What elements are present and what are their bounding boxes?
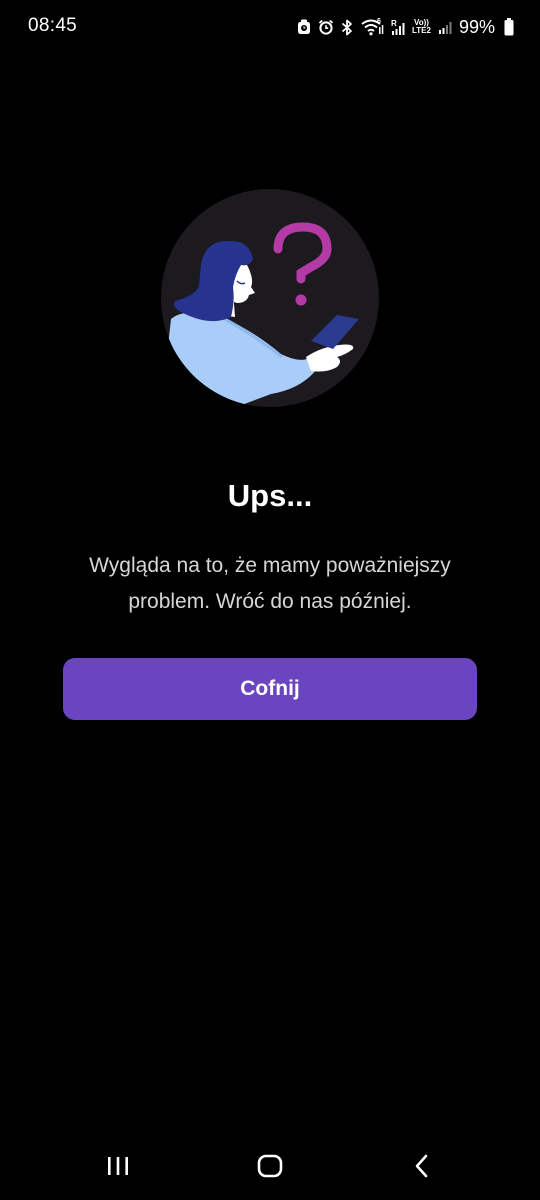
- error-illustration: [161, 189, 379, 407]
- alarm-icon: [318, 19, 334, 35]
- volte-lte2-icon: Vo)) LTE2: [412, 19, 431, 35]
- alarm-clock-icon: [297, 19, 311, 35]
- bluetooth-icon: [341, 19, 353, 36]
- signal-icon: R: [391, 19, 405, 36]
- svg-text:6: 6: [377, 18, 381, 25]
- status-time: 08:45: [28, 15, 78, 36]
- error-message: Wygląda na to, że mamy poważniejszy prob…: [89, 554, 451, 613]
- home-icon: [257, 1154, 283, 1183]
- recent-apps-button[interactable]: [88, 1144, 148, 1192]
- navigation-bar: [0, 1132, 540, 1200]
- back-icon: [413, 1154, 431, 1183]
- lte-label: LTE2: [412, 26, 431, 35]
- wifi-icon: 6: [360, 18, 384, 36]
- signal-2-icon: [438, 19, 452, 35]
- error-title: Ups...: [227, 478, 313, 513]
- status-bar: 08:45 6 R Vo)) LTE2 99%: [0, 0, 540, 56]
- status-icons: 6 R Vo)) LTE2 99%: [297, 14, 514, 40]
- recent-apps-icon: [106, 1155, 130, 1182]
- battery-percent: 99%: [458, 16, 495, 37]
- nav-back-button[interactable]: [392, 1144, 452, 1192]
- svg-text:R: R: [391, 19, 397, 28]
- back-button[interactable]: Cofnij: [63, 658, 477, 720]
- battery-icon: [504, 18, 514, 36]
- home-button[interactable]: [240, 1144, 300, 1192]
